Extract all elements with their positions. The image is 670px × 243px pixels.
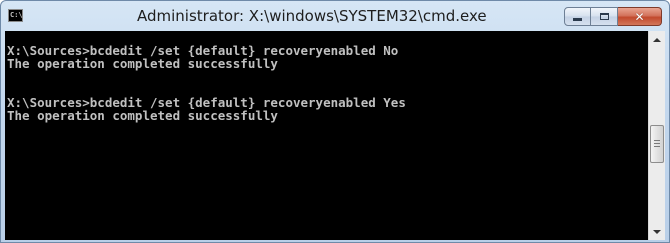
minimize-button[interactable] (564, 7, 591, 26)
scroll-thumb[interactable] (650, 125, 664, 163)
cmd-window: C:\ Administrator: X:\windows\SYSTEM32\c… (0, 0, 670, 243)
console-line: The operation completed successfully (7, 108, 278, 123)
window-controls: ✕ (564, 7, 662, 26)
arrow-down-icon (653, 229, 661, 234)
scroll-up-button[interactable] (649, 31, 665, 48)
cmd-icon[interactable]: C:\ (8, 9, 23, 22)
console-output[interactable]: X:\Sources>bcdedit /set {default} recove… (5, 31, 648, 240)
console-line: The operation completed successfully (7, 56, 278, 71)
grip-line (654, 143, 660, 144)
grip-line (654, 146, 660, 147)
vertical-scrollbar[interactable] (648, 31, 665, 240)
maximize-button[interactable] (591, 7, 618, 26)
close-button[interactable]: ✕ (618, 7, 662, 26)
close-icon: ✕ (634, 9, 645, 24)
grip-line (654, 140, 660, 141)
minimize-icon (573, 18, 582, 21)
arrow-up-icon (653, 37, 661, 42)
scroll-down-button[interactable] (649, 223, 665, 240)
window-title: Administrator: X:\windows\SYSTEM32\cmd.e… (137, 7, 487, 25)
maximize-icon (599, 13, 609, 20)
title-bar[interactable]: C:\ Administrator: X:\windows\SYSTEM32\c… (1, 1, 669, 31)
